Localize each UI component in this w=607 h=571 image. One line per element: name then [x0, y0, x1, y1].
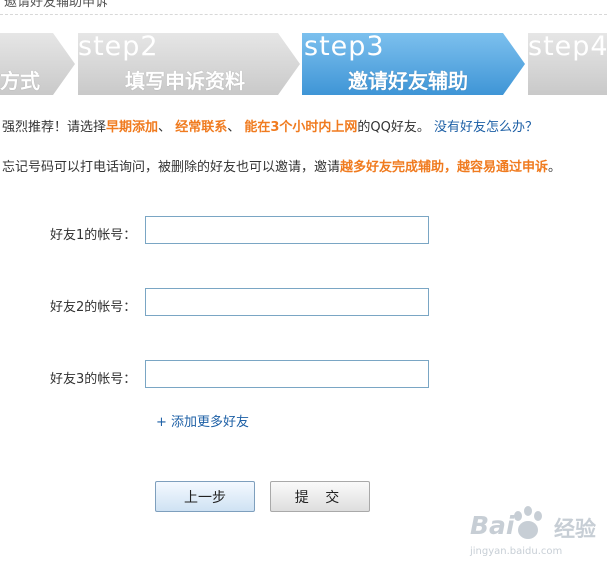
friend-3-account-input[interactable]: [145, 360, 429, 388]
friend-1-label: 好友1的帐号：: [50, 228, 137, 243]
step-3-label: 邀请好友辅助: [348, 69, 468, 93]
submit-button[interactable]: 提 交: [270, 481, 370, 512]
separator: 、: [227, 120, 241, 135]
add-more-friends-link[interactable]: + 添加更多好友: [156, 411, 249, 430]
friend-1-account-input[interactable]: [145, 216, 429, 244]
friend-2-account-input[interactable]: [145, 288, 429, 316]
recommendation-suffix: 的QQ好友。: [357, 120, 430, 135]
step-1: 方式: [0, 33, 75, 95]
recommendation-text: 强烈推荐！请选择早期添加、 经常联系、 能在3个小时内上网的QQ好友。 没有好友…: [2, 116, 538, 135]
step-2: step2 填写申诉资料: [78, 33, 300, 95]
criterion-online-3h: 能在3个小时内上网: [244, 120, 358, 135]
baidu-jingyan-watermark: Bai 经验 jingyan.baidu.com: [470, 502, 606, 562]
step-3-active: step3 邀请好友辅助: [302, 33, 525, 95]
page-header: 邀请好友辅助申诉: [0, 0, 607, 15]
criterion-frequent-contact: 经常联系: [175, 120, 228, 135]
step-2-number: step2: [78, 33, 159, 62]
invite-note-text: 忘记号码可以打电话询问，被删除的好友也可以邀请，邀请: [2, 160, 341, 175]
recommendation-prefix: 强烈推荐！请选择: [2, 120, 107, 135]
watermark-brand-cn: 经验: [554, 517, 596, 541]
page-title: 邀请好友辅助申诉: [4, 0, 109, 10]
watermark-brand: Bai: [470, 511, 515, 540]
step-4-number: step4: [528, 33, 607, 62]
step-2-label: 填写申诉资料: [125, 69, 245, 93]
step-3-number: step3: [304, 33, 385, 62]
friend-2-label: 好友2的帐号：: [50, 300, 137, 315]
invite-note-end: 。: [548, 160, 562, 175]
separator: 、: [158, 120, 172, 135]
invite-note-highlight: 越多好友完成辅助，越容易通过申诉: [340, 160, 549, 175]
no-friends-help-link[interactable]: 没有好友怎么办？: [434, 120, 538, 135]
watermark-url: jingyan.baidu.com: [470, 546, 563, 557]
invite-note: 忘记号码可以打电话询问，被删除的好友也可以邀请，邀请越多好友完成辅助，越容易通过…: [2, 156, 561, 175]
previous-step-button[interactable]: 上一步: [155, 481, 255, 512]
step-progress-bar: 方式 step2 填写申诉资料 step3 邀请好友辅助 step4: [0, 33, 607, 95]
friend-3-label: 好友3的帐号：: [50, 372, 137, 387]
step-1-label: 方式: [0, 69, 40, 93]
step-4: step4: [528, 33, 607, 95]
criterion-early-added: 早期添加: [106, 120, 159, 135]
